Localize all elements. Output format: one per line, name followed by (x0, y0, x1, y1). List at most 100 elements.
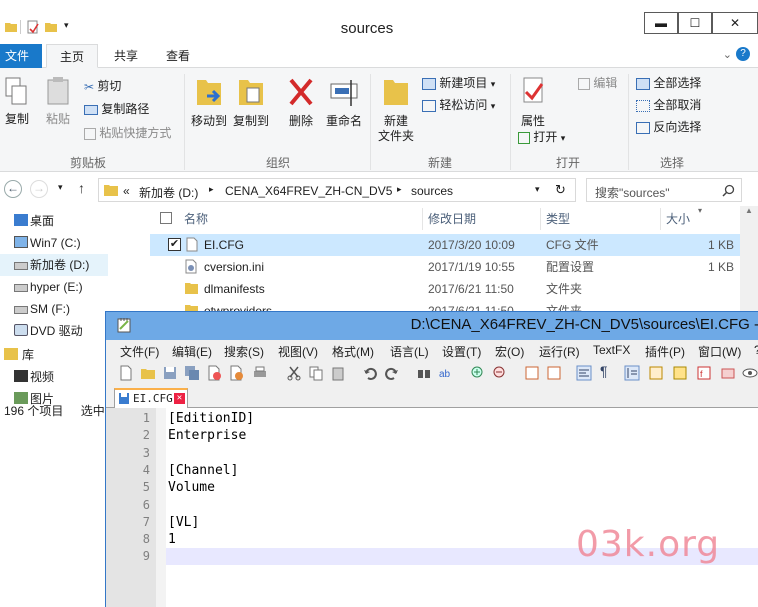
select-all-checkbox[interactable] (160, 212, 172, 224)
menu-language[interactable]: 语言(L) (390, 343, 429, 360)
column-size[interactable]: 大小 (666, 206, 690, 232)
function-list-icon[interactable]: f (696, 365, 712, 381)
sync-vertical-icon[interactable] (524, 365, 540, 381)
tab-ei-cfg[interactable]: EI.CFG ✕ (114, 388, 188, 408)
tab-view[interactable]: 查看 (156, 44, 200, 68)
column-separator[interactable] (660, 208, 661, 230)
zoom-out-icon[interactable] (492, 365, 508, 381)
folder-workspace-icon[interactable] (720, 365, 736, 381)
print-icon[interactable] (252, 365, 268, 381)
minimize-button[interactable]: ▬ (644, 12, 678, 34)
menu-edit[interactable]: 编辑(E) (172, 343, 212, 360)
row-checkbox[interactable]: ✔ (168, 238, 181, 251)
tab-share[interactable]: 共享 (104, 44, 148, 68)
redo-icon[interactable] (384, 365, 400, 381)
replace-icon[interactable]: ab (438, 365, 454, 381)
sync-horizontal-icon[interactable] (546, 365, 562, 381)
close-file-icon[interactable] (206, 365, 222, 381)
paste-icon[interactable] (330, 365, 346, 381)
user-language-icon[interactable] (648, 365, 664, 381)
tab-file[interactable]: 文件 (0, 44, 42, 68)
menu-run[interactable]: 运行(R) (539, 343, 580, 360)
column-type[interactable]: 类型 (546, 206, 570, 232)
table-row[interactable]: cversion.ini 2017/1/19 10:55 配置设置 1 KB (150, 256, 740, 278)
breadcrumb-prefix[interactable]: « (123, 184, 130, 198)
address-bar[interactable]: « 新加卷 (D:) ▸ CENA_X64FREV_ZH-CN_DV5 ▸ so… (98, 178, 576, 202)
select-none-button[interactable]: 全部取消 (636, 96, 701, 114)
delete-button[interactable]: 删除 (284, 74, 318, 129)
menu-macro[interactable]: 宏(O) (495, 343, 524, 360)
show-all-chars-icon[interactable]: ¶ (600, 363, 616, 379)
search-input[interactable]: 搜索"sources" (586, 178, 742, 202)
indent-guide-icon[interactable] (624, 365, 640, 381)
nav-item-video[interactable]: 视频 (0, 366, 108, 388)
word-wrap-icon[interactable] (576, 365, 592, 381)
nav-item-c[interactable]: Win7 (C:) (0, 232, 108, 254)
open-button[interactable]: 打开 ▾ (518, 128, 565, 147)
move-to-button[interactable]: 移动到 (190, 74, 228, 129)
edit-button[interactable]: 编辑 (578, 74, 617, 92)
maximize-button[interactable]: ☐ (678, 12, 712, 34)
rename-button[interactable]: 重命名 (324, 74, 364, 129)
search-icon[interactable] (722, 184, 735, 197)
up-button[interactable]: ↑ (78, 180, 85, 196)
nav-item-library[interactable]: 库 (0, 344, 108, 366)
tab-home[interactable]: 主页 (46, 44, 98, 68)
breadcrumb-chevron-icon[interactable]: ▸ (209, 184, 214, 195)
copy-button[interactable]: 复制 (2, 76, 32, 127)
nav-item-e[interactable]: hyper (E:) (0, 276, 108, 298)
new-folder-button[interactable]: 新建 文件夹 (376, 74, 416, 144)
invert-selection-button[interactable]: 反向选择 (636, 118, 701, 136)
menu-textfx[interactable]: TextFX (593, 343, 630, 357)
breadcrumb-drive[interactable]: 新加卷 (D:) (139, 184, 198, 201)
fold-margin[interactable] (156, 408, 166, 607)
find-icon[interactable] (416, 365, 432, 381)
forward-button[interactable]: → (30, 180, 48, 198)
menu-search[interactable]: 搜索(S) (224, 343, 264, 360)
nav-item-d[interactable]: 新加卷 (D:) (0, 254, 108, 276)
cut-button[interactable]: ✂ 剪切 (84, 77, 121, 96)
menu-settings[interactable]: 设置(T) (442, 343, 481, 360)
select-all-button[interactable]: 全部选择 (636, 74, 701, 92)
column-separator[interactable] (422, 208, 423, 230)
tab-close-icon[interactable]: ✕ (174, 393, 185, 404)
breadcrumb-current[interactable]: sources (411, 184, 453, 198)
new-file-icon[interactable] (118, 365, 134, 381)
save-icon[interactable] (162, 365, 178, 381)
menu-plugins[interactable]: 插件(P) (645, 343, 685, 360)
vertical-scrollbar[interactable]: ▲ (740, 206, 758, 326)
undo-icon[interactable] (362, 365, 378, 381)
zoom-in-icon[interactable] (470, 365, 486, 381)
column-name[interactable]: 名称 (184, 206, 208, 232)
nav-item-desktop[interactable]: 桌面 (0, 210, 108, 232)
menu-help[interactable]: ? (754, 343, 758, 357)
properties-button[interactable]: 属性 (516, 74, 550, 129)
paste-shortcut-button[interactable]: 粘贴快捷方式 (84, 124, 171, 142)
help-icon[interactable]: ? (736, 47, 750, 61)
doc-map-icon[interactable] (672, 365, 688, 381)
monitoring-icon[interactable] (742, 365, 758, 381)
nav-item-f[interactable]: SM (F:) (0, 298, 108, 320)
easy-access-button[interactable]: 轻松访问 ▾ (422, 96, 495, 115)
column-modified[interactable]: 修改日期 (428, 206, 476, 232)
address-dropdown-icon[interactable]: ▾ (535, 184, 540, 195)
ribbon-collapse-icon[interactable]: ⌄ (723, 48, 732, 61)
recent-dropdown-icon[interactable]: ▾ (58, 182, 63, 193)
close-button[interactable]: ✕ (712, 12, 758, 34)
menu-window[interactable]: 窗口(W) (698, 343, 741, 360)
menu-format[interactable]: 格式(M) (332, 343, 374, 360)
editor-area[interactable]: 1 2 3 4 5 6 7 8 9 [EditionID] Enterprise [Channel]… (106, 408, 758, 607)
menu-view[interactable]: 视图(V) (278, 343, 318, 360)
copy-path-button[interactable]: 复制路径 (84, 100, 149, 118)
column-separator[interactable] (540, 208, 541, 230)
table-row[interactable]: ✔ EI.CFG 2017/3/20 10:09 CFG 文件 1 KB (150, 234, 740, 256)
table-row[interactable]: dlmanifests 2017/6/21 11:50 文件夹 (150, 278, 740, 300)
breadcrumb-chevron-icon[interactable]: ▸ (397, 184, 402, 195)
copy-to-button[interactable]: 复制到 (232, 74, 270, 129)
save-all-icon[interactable] (184, 365, 200, 381)
close-all-icon[interactable] (228, 365, 244, 381)
breadcrumb-folder[interactable]: CENA_X64FREV_ZH-CN_DV5 (225, 184, 392, 198)
nav-item-dvd[interactable]: DVD 驱动 (0, 320, 108, 342)
back-button[interactable]: ← (4, 180, 22, 198)
paste-button[interactable]: 粘贴 (42, 76, 74, 127)
